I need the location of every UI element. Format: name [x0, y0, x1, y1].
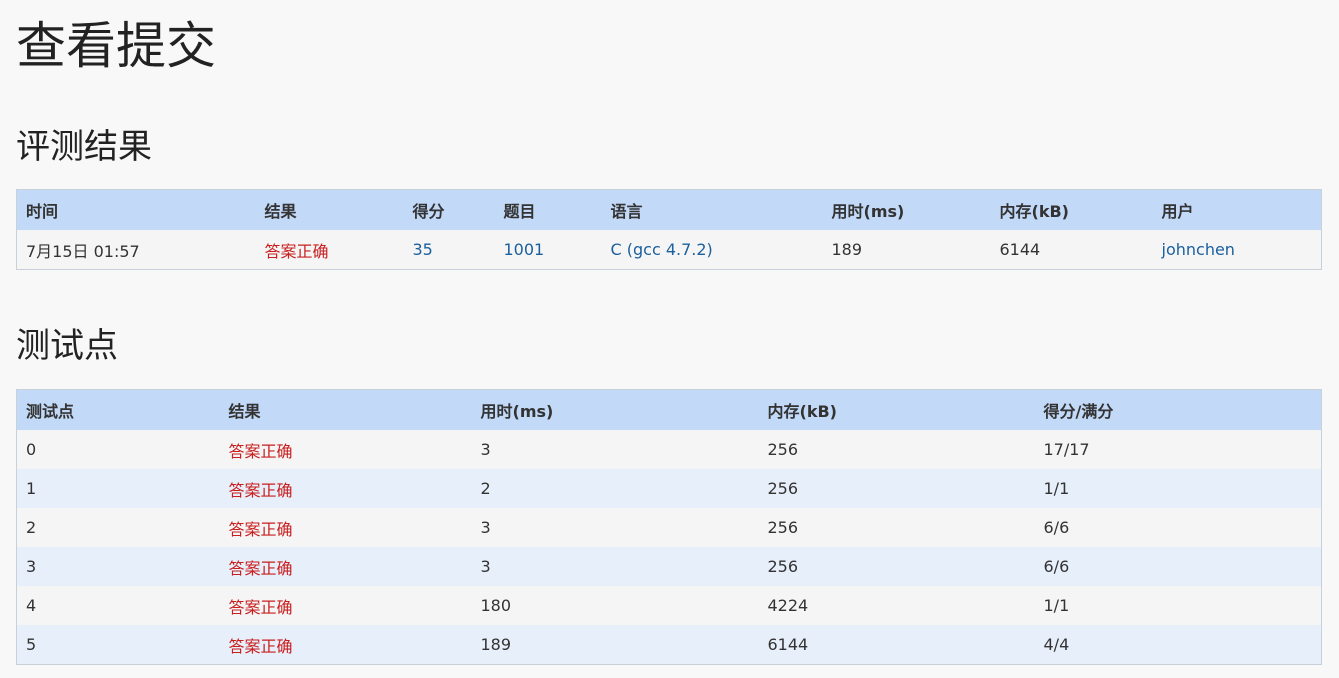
table-row: 2 答案正确 3 256 6/6: [16, 508, 1322, 547]
test-memory-kb: 256: [758, 547, 1035, 586]
test-score: 6/6: [1034, 547, 1322, 586]
problem-link[interactable]: 1001: [494, 230, 602, 270]
test-score: 17/17: [1034, 430, 1322, 469]
col-header-test-time: 用时(ms): [471, 389, 759, 430]
col-header-test-score: 得分/满分: [1034, 389, 1322, 430]
user-link[interactable]: johnchen: [1152, 230, 1322, 270]
time-ms-value: 189: [822, 230, 991, 270]
judge-result-heading: 评测结果: [16, 127, 152, 167]
test-result-status: 答案正确: [219, 547, 472, 586]
table-row: 5 答案正确 189 6144 4/4: [16, 625, 1322, 665]
test-id: 5: [16, 625, 220, 665]
test-result-status: 答案正确: [219, 508, 472, 547]
col-header-score: 得分: [403, 189, 495, 230]
test-time-ms: 2: [471, 469, 759, 508]
table-row: 1 答案正确 2 256 1/1: [16, 469, 1322, 508]
memory-value: 6144: [990, 230, 1153, 270]
test-id: 2: [16, 508, 220, 547]
submit-time: 7月15日 01:57: [16, 230, 256, 270]
table-row: 4 答案正确 180 4224 1/1: [16, 586, 1322, 625]
test-score: 4/4: [1034, 625, 1322, 665]
test-cases-header-row: 测试点 结果 用时(ms) 内存(kB) 得分/满分: [16, 389, 1322, 430]
test-id: 4: [16, 586, 220, 625]
test-cases-heading: 测试点: [16, 326, 118, 366]
result-status: 答案正确: [255, 230, 404, 270]
table-row: 3 答案正确 3 256 6/6: [16, 547, 1322, 586]
test-memory-kb: 256: [758, 508, 1035, 547]
col-header-result: 结果: [255, 189, 404, 230]
test-score: 6/6: [1034, 508, 1322, 547]
judge-result-header-row: 时间 结果 得分 题目 语言 用时(ms) 内存(kB) 用户: [16, 189, 1322, 230]
table-row: 0 答案正确 3 256 17/17: [16, 430, 1322, 469]
test-result-status: 答案正确: [219, 625, 472, 665]
test-cases-table: 测试点 结果 用时(ms) 内存(kB) 得分/满分 0 答案正确 3 256 …: [16, 389, 1322, 665]
score-link[interactable]: 35: [403, 230, 495, 270]
col-header-user: 用户: [1152, 189, 1322, 230]
col-header-time-ms: 用时(ms): [822, 189, 991, 230]
col-header-problem: 题目: [494, 189, 602, 230]
page-title: 查看提交: [16, 17, 216, 75]
test-time-ms: 3: [471, 430, 759, 469]
test-memory-kb: 256: [758, 469, 1035, 508]
col-header-test-memory: 内存(kB): [758, 389, 1035, 430]
test-memory-kb: 256: [758, 430, 1035, 469]
test-id: 0: [16, 430, 220, 469]
judge-result-table: 时间 结果 得分 题目 语言 用时(ms) 内存(kB) 用户 7月15日 01…: [16, 189, 1322, 270]
test-time-ms: 3: [471, 508, 759, 547]
col-header-test-id: 测试点: [16, 389, 220, 430]
test-id: 1: [16, 469, 220, 508]
test-time-ms: 180: [471, 586, 759, 625]
test-time-ms: 189: [471, 625, 759, 665]
test-score: 1/1: [1034, 586, 1322, 625]
col-header-memory: 内存(kB): [990, 189, 1153, 230]
test-time-ms: 3: [471, 547, 759, 586]
table-row: 7月15日 01:57 答案正确 35 1001 C (gcc 4.7.2) 1…: [16, 230, 1322, 270]
language-link[interactable]: C (gcc 4.7.2): [601, 230, 823, 270]
test-result-status: 答案正确: [219, 430, 472, 469]
col-header-test-result: 结果: [219, 389, 472, 430]
col-header-time: 时间: [16, 189, 256, 230]
test-memory-kb: 4224: [758, 586, 1035, 625]
col-header-language: 语言: [601, 189, 823, 230]
test-result-status: 答案正确: [219, 586, 472, 625]
test-memory-kb: 6144: [758, 625, 1035, 665]
test-result-status: 答案正确: [219, 469, 472, 508]
test-score: 1/1: [1034, 469, 1322, 508]
test-id: 3: [16, 547, 220, 586]
